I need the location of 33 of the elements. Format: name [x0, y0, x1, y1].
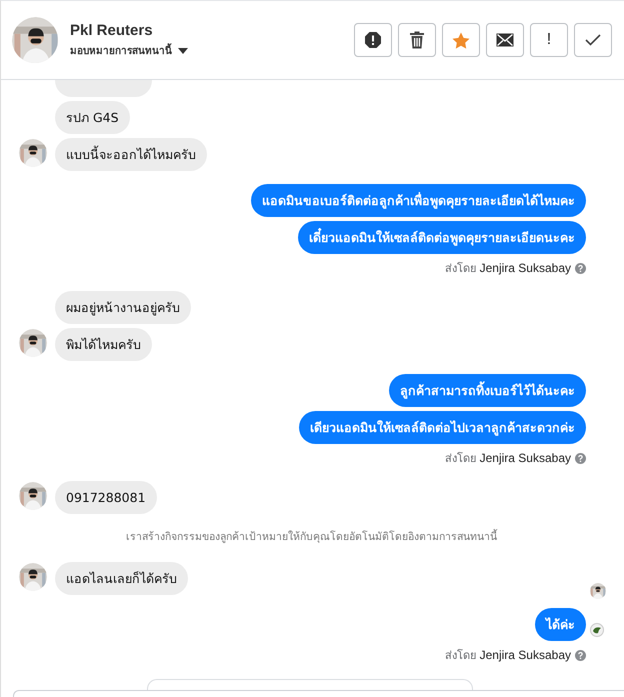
mail-button[interactable] — [486, 23, 524, 57]
message-bubble: 0917288081 — [55, 481, 157, 514]
sent-by-label: ส่งโดย Jenjira Suksabay — [445, 450, 571, 467]
alert-button[interactable]: ! — [530, 23, 568, 57]
message-bubble: เดี๋ยวแอดมินให้เซลล์ติดต่อพูดคุยรายละเอียดนะคะ — [298, 221, 586, 254]
message-bubble: เดียวแอดมินให้เซลล์ติดต่อไปเวลาลูกค้าสะดวกค่ะ — [299, 411, 586, 444]
delete-button[interactable] — [398, 23, 436, 57]
caret-icon — [178, 48, 188, 54]
help-icon[interactable] — [575, 452, 586, 464]
assign-dropdown[interactable]: มอบหมายการสนทนานี้ — [70, 43, 354, 58]
star-button[interactable] — [442, 23, 480, 57]
done-button[interactable] — [574, 23, 612, 57]
message-bubble: ได้ค่ะ — [535, 608, 586, 641]
system-message: เราสร้างกิจกรรมของลูกค้าเป้าหมายให้กับคุณโดยอัตโนมัติโดยอิงตามการสนทนานี้ — [126, 528, 497, 545]
message-bubble: ผมอยู่หน้างานอยู่ครับ — [55, 291, 191, 324]
sent-by-label: ส่งโดย Jenjira Suksabay — [445, 260, 571, 277]
contact-name: Pkl Reuters — [70, 22, 154, 39]
message-bubble: รปภ G4S — [55, 101, 130, 134]
seen-icon — [590, 623, 604, 637]
message-bubble: แอดมินขอเบอร์ติดต่อลูกค้าเพื่อพูดคุยรายละเอียดได้ไหมคะ — [251, 184, 586, 217]
message-bubble: พิมได้ไหมครับ — [55, 328, 152, 361]
help-icon[interactable] — [575, 262, 586, 274]
sent-by-label: ส่งโดย Jenjira Suksabay — [445, 647, 571, 664]
star-icon — [452, 32, 470, 48]
message-bubble: ลูกค้าสามารถทิ้งเบอร์ไว้ได้นะคะ — [389, 374, 586, 407]
help-icon[interactable] — [575, 650, 586, 660]
check-icon — [585, 34, 601, 46]
warning-icon — [364, 31, 382, 49]
message-bubble: แบบนี้จะออกได้ไหมครับ — [55, 138, 207, 171]
trash-icon — [409, 31, 425, 49]
mail-icon — [496, 33, 514, 47]
message-bubble: แอดไลนเลยก็ได้ครับ — [55, 562, 188, 595]
report-button[interactable] — [354, 23, 392, 57]
